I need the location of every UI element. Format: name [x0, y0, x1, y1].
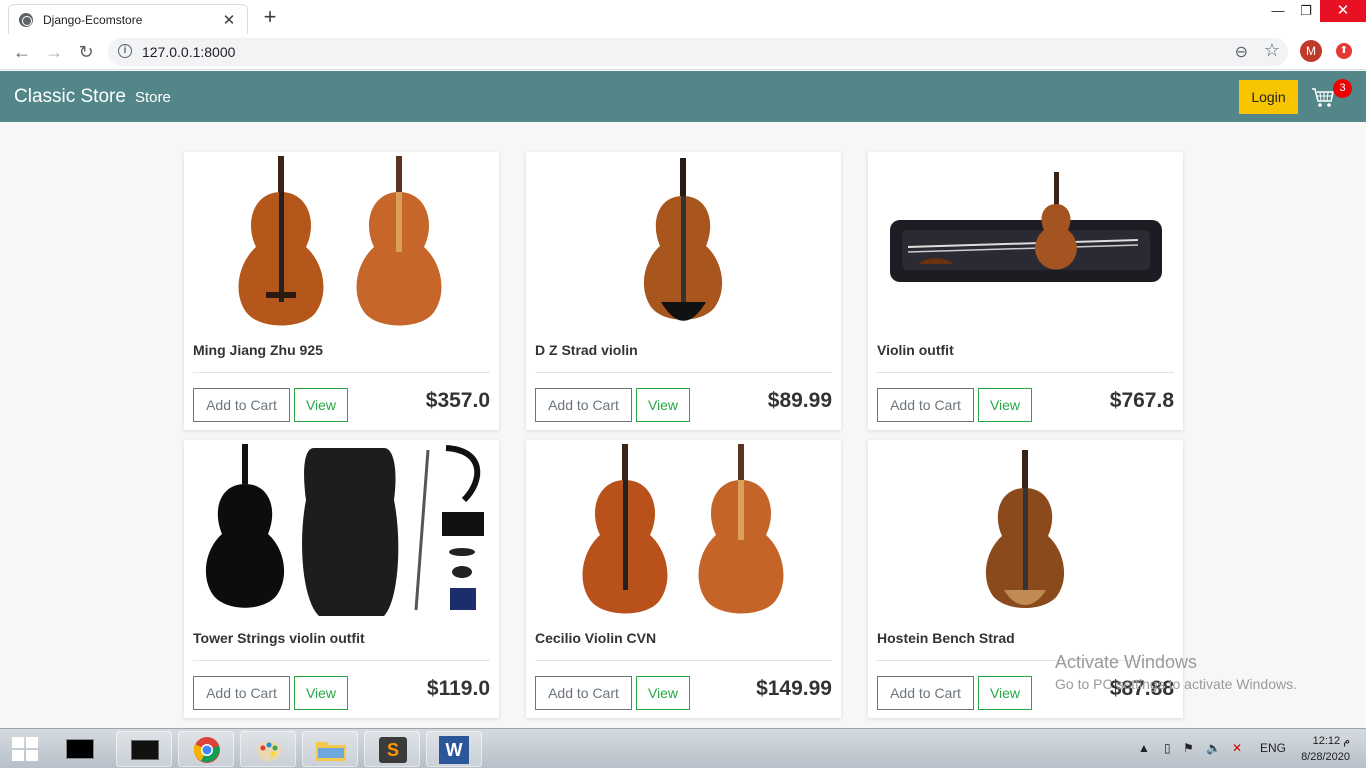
product-price: $767.8: [1109, 389, 1174, 412]
word-icon: W: [439, 736, 469, 764]
taskbar-chrome-app[interactable]: [178, 731, 234, 767]
divider: [193, 660, 490, 661]
add-to-cart-button[interactable]: Add to Cart: [877, 676, 974, 710]
battery-icon[interactable]: ▯: [1164, 741, 1171, 755]
view-button[interactable]: View: [294, 388, 348, 422]
folder-icon: [316, 742, 346, 761]
product-image[interactable]: [184, 440, 499, 620]
window-close-button[interactable]: ✕: [1320, 0, 1366, 22]
nav-link-store[interactable]: Store: [135, 89, 171, 106]
minimize-button[interactable]: —: [1264, 0, 1292, 22]
view-button[interactable]: View: [978, 388, 1032, 422]
product-card: Cecilio Violin CVN Add to Cart View $149…: [526, 440, 841, 718]
product-name: Violin outfit: [877, 342, 954, 358]
product-card: Violin outfit Add to Cart View $767.8: [868, 152, 1183, 430]
browser-toolbar: ← → ↻ i 127.0.0.1:8000 ⊖ ☆: [0, 34, 1366, 70]
product-image[interactable]: [868, 440, 1183, 620]
site-navbar: Classic Store Store Login 3: [0, 71, 1366, 122]
volume-icon[interactable]: 🔈: [1206, 741, 1221, 755]
taskbar-explorer-app[interactable]: [302, 731, 358, 767]
product-card: Ming Jiang Zhu 925 Add to Cart View $357…: [184, 152, 499, 430]
windows-start-icon[interactable]: [12, 737, 38, 761]
product-name: D Z Strad violin: [535, 342, 638, 358]
add-to-cart-button[interactable]: Add to Cart: [193, 676, 290, 710]
product-price: $119.0: [426, 677, 490, 700]
product-name: Cecilio Violin CVN: [535, 630, 657, 646]
cart-icon[interactable]: [1311, 83, 1335, 109]
login-button[interactable]: Login: [1239, 80, 1298, 114]
product-image[interactable]: [868, 152, 1183, 332]
terminal-icon: [131, 740, 159, 760]
add-to-cart-button[interactable]: Add to Cart: [877, 388, 974, 422]
product-card: D Z Strad violin Add to Cart View $89.99: [526, 152, 841, 430]
product-name: Ming Jiang Zhu 925: [193, 342, 323, 358]
product-image[interactable]: [526, 440, 841, 620]
info-icon[interactable]: i: [118, 44, 132, 58]
taskbar-terminal-app[interactable]: [116, 731, 172, 767]
product-name: Tower Strings violin outfit: [193, 630, 365, 646]
extension-icon[interactable]: ⬆: [1336, 43, 1352, 59]
cmd-icon[interactable]: [66, 739, 94, 759]
tab-title: Django-Ecomstore: [43, 12, 143, 27]
restore-button[interactable]: ❐: [1292, 0, 1320, 22]
profile-avatar[interactable]: M: [1300, 40, 1322, 62]
paint-palette-icon: [257, 741, 281, 761]
cart-count-badge: 3: [1333, 79, 1352, 98]
url-text: 127.0.0.1:8000: [142, 44, 236, 60]
divider: [193, 372, 490, 373]
tab-close-icon[interactable]: ✕: [221, 11, 237, 29]
new-tab-button[interactable]: +: [258, 5, 282, 29]
window-controls: — ❐ ✕: [1264, 0, 1366, 24]
activation-watermark-title: Activate Windows: [1055, 652, 1198, 672]
clock-time: 12:12 م: [1312, 735, 1350, 747]
chrome-icon: [193, 737, 220, 763]
product-card: Tower Strings violin outfit Add to Cart …: [184, 440, 499, 718]
browser-tabbar: Django-Ecomstore ✕ + — ❐ ✕: [0, 0, 1366, 34]
show-hidden-icons-chevron-icon[interactable]: ▲: [1138, 741, 1150, 755]
taskbar-sublime-app[interactable]: S: [364, 731, 420, 767]
address-bar[interactable]: i 127.0.0.1:8000 ⊖ ☆: [108, 38, 1288, 66]
clock-date: 8/28/2020: [1301, 751, 1350, 763]
product-name: Hostein Bench Strad: [877, 630, 1015, 646]
taskbar: S W ▲ ▯ ⚑ 🔈 ✕ ENG 12:12 م 8/28/2020: [0, 728, 1366, 768]
product-price: $149.99: [756, 677, 832, 700]
sublime-icon: S: [379, 737, 407, 763]
divider: [535, 660, 832, 661]
divider: [535, 372, 832, 373]
add-to-cart-button[interactable]: Add to Cart: [193, 388, 290, 422]
view-button[interactable]: View: [294, 676, 348, 710]
reload-icon[interactable]: ↻: [74, 40, 98, 64]
globe-icon: [19, 12, 33, 27]
site-brand[interactable]: Classic Store: [14, 86, 126, 108]
product-price: $89.99: [767, 389, 832, 412]
back-arrow-icon[interactable]: ←: [10, 40, 34, 64]
add-to-cart-button[interactable]: Add to Cart: [535, 388, 632, 422]
add-to-cart-button[interactable]: Add to Cart: [535, 676, 632, 710]
taskbar-paint-app[interactable]: [240, 731, 296, 767]
activation-watermark-text: Go to PC settings to activate Windows.: [1055, 676, 1297, 692]
product-image[interactable]: [184, 152, 499, 332]
taskbar-word-app[interactable]: W: [426, 731, 482, 767]
view-button[interactable]: View: [978, 676, 1032, 710]
view-button[interactable]: View: [636, 388, 690, 422]
product-image[interactable]: [526, 152, 841, 332]
bookmark-star-icon[interactable]: ☆: [1264, 40, 1280, 61]
zoom-icon[interactable]: ⊖: [1235, 42, 1248, 62]
flag-icon[interactable]: ⚑: [1183, 741, 1194, 755]
network-icon[interactable]: ✕: [1232, 741, 1242, 755]
forward-arrow-icon[interactable]: →: [42, 40, 66, 64]
divider: [877, 372, 1174, 373]
product-price: $357.0: [425, 389, 490, 412]
language-indicator[interactable]: ENG: [1260, 741, 1286, 755]
browser-tab[interactable]: Django-Ecomstore ✕: [8, 4, 248, 34]
system-clock[interactable]: 12:12 م 8/28/2020: [1301, 733, 1350, 765]
view-button[interactable]: View: [636, 676, 690, 710]
